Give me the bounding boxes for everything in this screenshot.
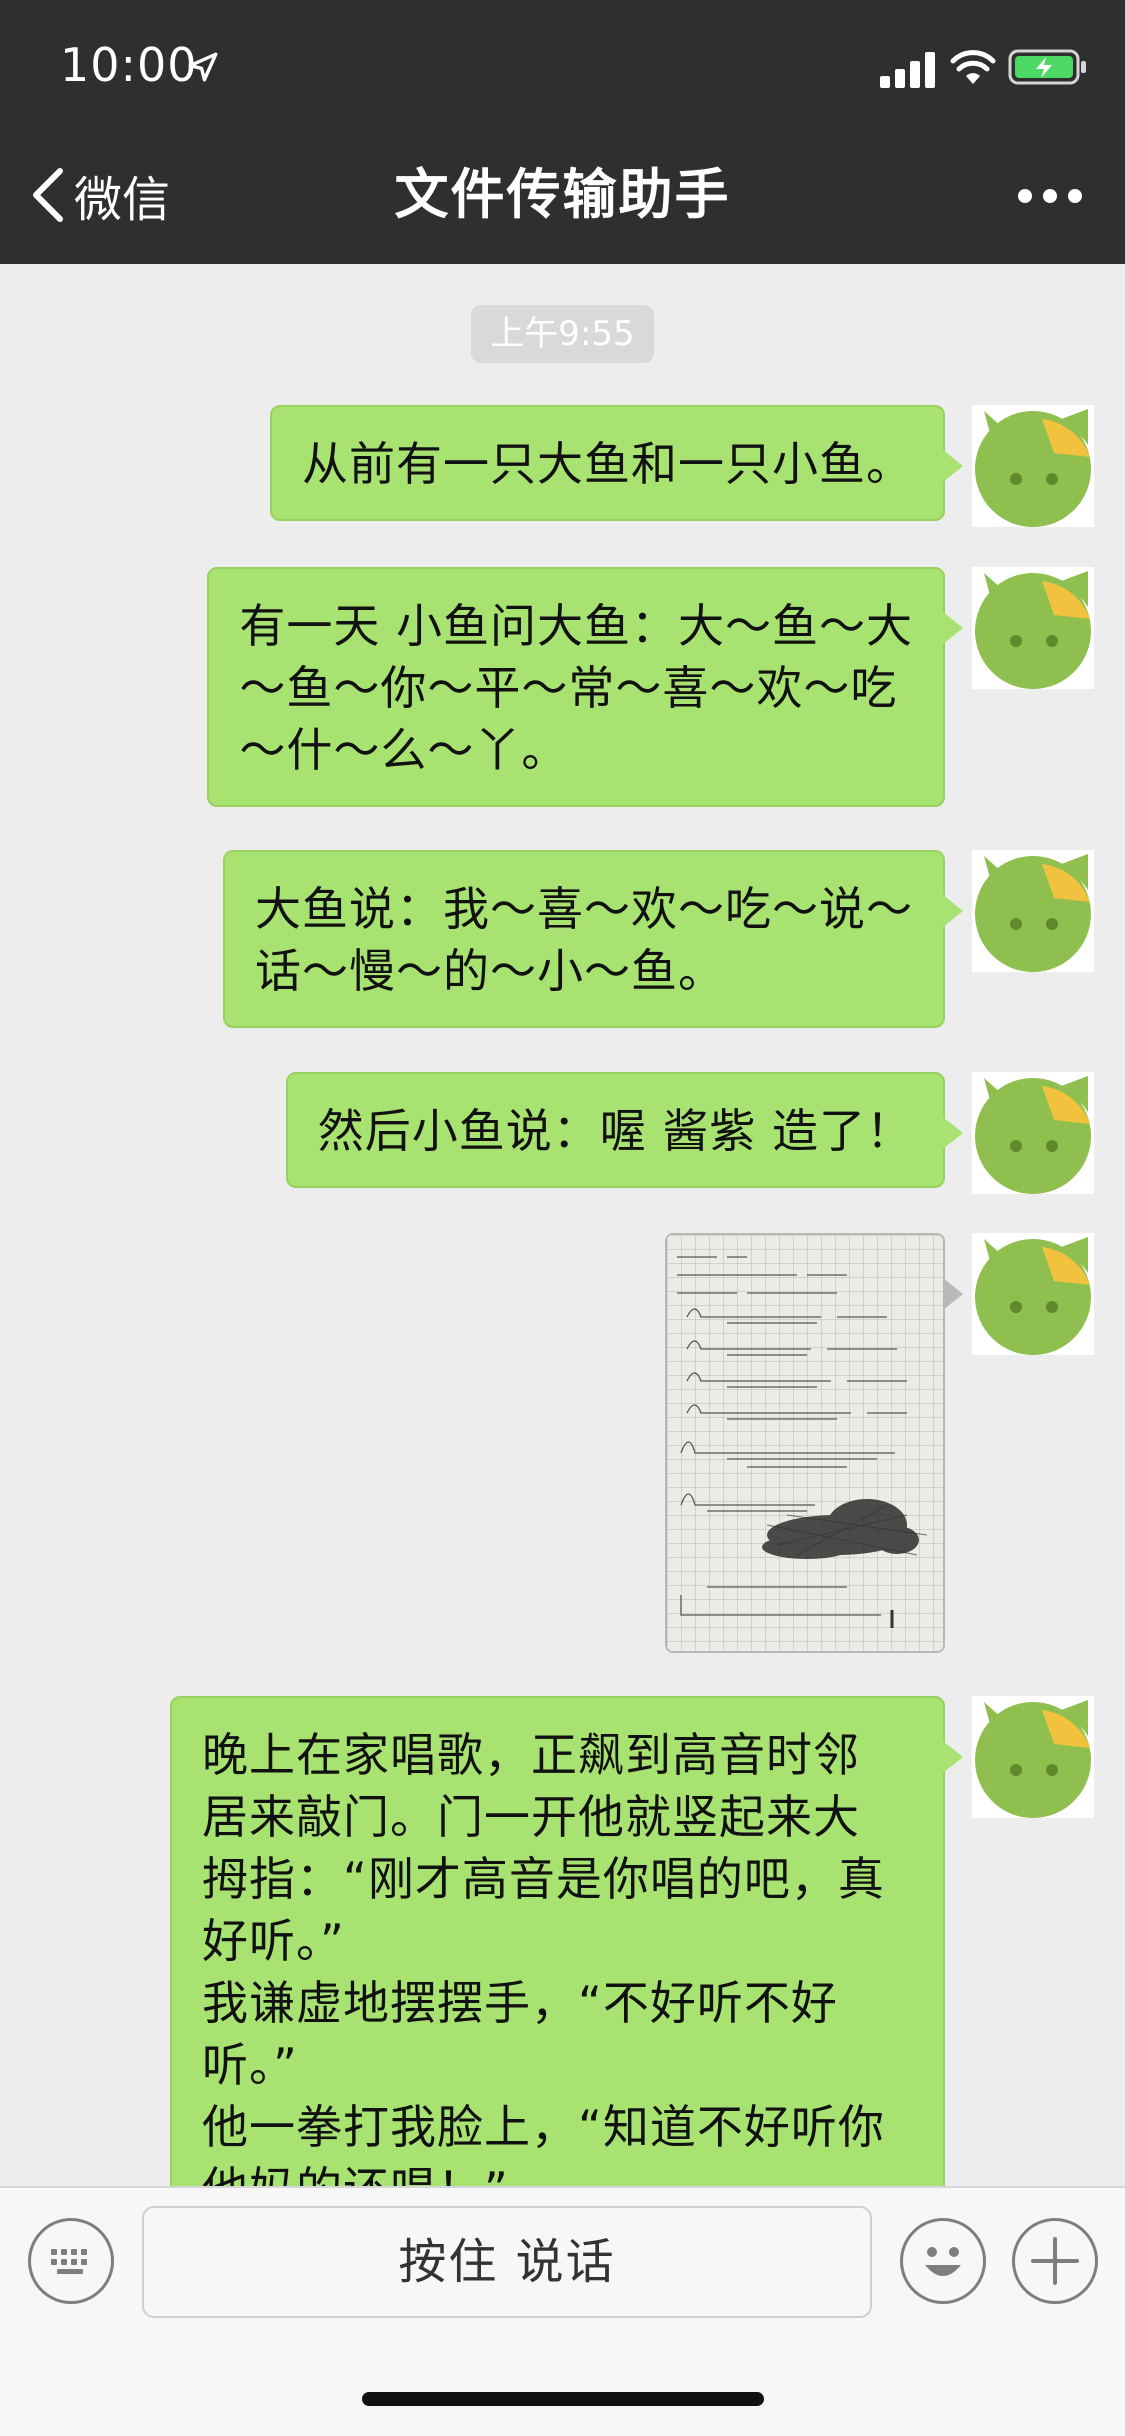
chat-title: 文件传输助手 bbox=[394, 163, 731, 226]
more-dots-icon[interactable] bbox=[1015, 178, 1085, 214]
avatar[interactable] bbox=[972, 1072, 1094, 1194]
bubble-tail bbox=[943, 1741, 963, 1773]
bubble-tail bbox=[943, 1278, 963, 1310]
bubble-tail bbox=[943, 450, 963, 482]
signal-bars-icon bbox=[880, 52, 935, 88]
avatar[interactable] bbox=[972, 1233, 1094, 1355]
avatar-image bbox=[972, 850, 1094, 972]
handwritten-notes-image bbox=[667, 1235, 943, 1651]
emoji-icon bbox=[925, 2247, 961, 2276]
avatar-image bbox=[972, 1072, 1094, 1194]
wifi-icon bbox=[950, 50, 996, 84]
keyboard-icon bbox=[51, 2249, 87, 2274]
avatar[interactable] bbox=[972, 850, 1094, 972]
emoji-button[interactable] bbox=[900, 2218, 986, 2304]
chat-screen: 10:00 微信 文件传输助手 上午9:55 从前有一只大鱼和一只小鱼。 有一天… bbox=[0, 0, 1125, 2436]
top-bar: 10:00 微信 文件传输助手 bbox=[0, 0, 1125, 264]
location-arrow-icon bbox=[188, 52, 218, 82]
image-message[interactable] bbox=[665, 1233, 945, 1653]
message-bubble[interactable]: 然后小鱼说：喔 酱紫 造了！ bbox=[285, 1072, 945, 1188]
avatar-image bbox=[972, 405, 1094, 527]
message-timestamp: 上午9:55 bbox=[471, 305, 654, 363]
avatar-image bbox=[972, 1233, 1094, 1355]
avatar-image bbox=[972, 1696, 1094, 1818]
bubble-tail bbox=[943, 895, 963, 927]
bubble-tail bbox=[943, 1117, 963, 1149]
bubble-tail bbox=[943, 612, 963, 644]
avatar[interactable] bbox=[972, 405, 1094, 527]
message-bubble[interactable]: 从前有一只大鱼和一只小鱼。 bbox=[270, 405, 945, 521]
message-bubble[interactable]: 晚上在家唱歌，正飙到高音时邻 居来敲门。门一开他就竖起来大 拇指：“刚才高音是你… bbox=[170, 1696, 945, 2246]
avatar[interactable] bbox=[972, 567, 1094, 689]
avatar-image bbox=[972, 567, 1094, 689]
message-bubble[interactable]: 大鱼说：我～喜～欢～吃～说～ 话～慢～的～小～鱼。 bbox=[223, 850, 945, 1028]
hold-to-talk-button[interactable]: 按住 说话 bbox=[142, 2206, 872, 2318]
keyboard-toggle-button[interactable] bbox=[28, 2218, 114, 2304]
home-indicator[interactable] bbox=[362, 2392, 764, 2406]
more-functions-button[interactable] bbox=[1012, 2218, 1098, 2304]
status-time: 10:00 bbox=[60, 38, 198, 92]
battery-charging-icon bbox=[1008, 49, 1086, 85]
avatar[interactable] bbox=[972, 1696, 1094, 1818]
message-bubble[interactable]: 有一天 小鱼问大鱼：大～鱼～大 ～鱼～你～平～常～喜～欢～吃 ～什～么～丫。 bbox=[207, 567, 945, 807]
plus-icon bbox=[1031, 2237, 1079, 2285]
